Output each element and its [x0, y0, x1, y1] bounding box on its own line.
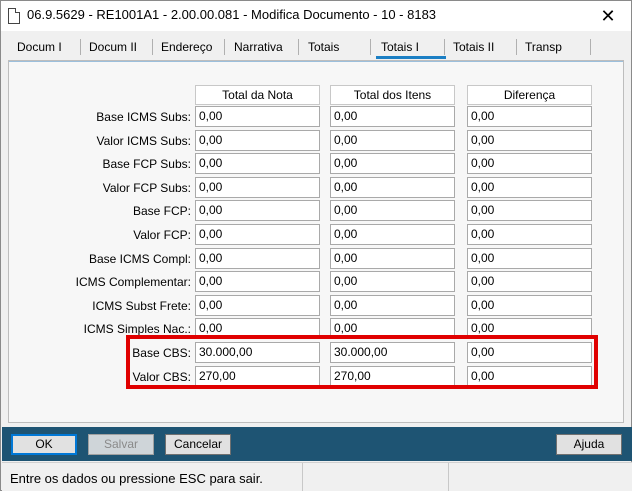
row-label: ICMS Simples Nac.:: [83, 322, 191, 336]
row-label: Base FCP Subs:: [102, 157, 192, 171]
column-header-total-nota: Total da Nota: [195, 85, 320, 105]
ajuda-button[interactable]: Ajuda: [556, 434, 622, 455]
cell-total-nota[interactable]: 0,00: [195, 177, 320, 198]
tab-separator: [444, 39, 445, 55]
cell-total-itens[interactable]: 0,00: [330, 224, 455, 245]
tab-separator: [152, 39, 153, 55]
dialog-window: 06.9.5629 - RE1001A1 - 2.00.00.081 - Mod…: [0, 0, 632, 491]
window-title: 06.9.5629 - RE1001A1 - 2.00.00.081 - Mod…: [27, 7, 437, 22]
cell-diferenca[interactable]: 0,00: [467, 106, 592, 127]
close-icon[interactable]: ✕: [585, 1, 631, 31]
tab-totais[interactable]: Totais: [308, 40, 339, 56]
cell-total-nota[interactable]: 0,00: [195, 248, 320, 269]
active-tab-indicator: [376, 56, 446, 59]
row-label: Valor FCP Subs:: [102, 181, 191, 195]
tab-separator: [370, 39, 371, 55]
tab-separator: [590, 39, 591, 55]
title-bar: 06.9.5629 - RE1001A1 - 2.00.00.081 - Mod…: [1, 1, 631, 31]
panel-top-border: [9, 61, 623, 62]
cell-total-nota[interactable]: 0,00: [195, 271, 320, 292]
cell-total-nota[interactable]: 0,00: [195, 153, 320, 174]
status-separator: [302, 463, 303, 491]
tab-separator: [80, 39, 81, 55]
cell-total-itens[interactable]: 0,00: [330, 106, 455, 127]
cancelar-button[interactable]: Cancelar: [165, 434, 231, 455]
tab-separator: [298, 39, 299, 55]
tab-totais-i[interactable]: Totais I: [381, 40, 419, 56]
tab-transp[interactable]: Transp: [525, 40, 562, 56]
cell-total-itens[interactable]: 0,00: [330, 271, 455, 292]
tab-bar: Docum I Docum II Endereço Narrativa Tota…: [8, 32, 624, 60]
row-label: Valor FCP:: [133, 228, 191, 242]
cell-total-itens[interactable]: 0,00: [330, 248, 455, 269]
tab-separator: [516, 39, 517, 55]
cell-total-nota[interactable]: 0,00: [195, 224, 320, 245]
cell-total-nota[interactable]: 0,00: [195, 130, 320, 151]
cell-total-itens[interactable]: 0,00: [330, 295, 455, 316]
cell-total-itens[interactable]: 0,00: [330, 177, 455, 198]
status-separator: [448, 463, 449, 491]
status-bar: Entre os dados ou pressione ESC para sai…: [2, 462, 632, 491]
cell-diferenca[interactable]: 0,00: [467, 271, 592, 292]
column-header-diferenca: Diferença: [467, 85, 592, 105]
cell-diferenca[interactable]: 0,00: [467, 153, 592, 174]
cell-total-nota[interactable]: 0,00: [195, 200, 320, 221]
cell-total-nota[interactable]: 0,00: [195, 295, 320, 316]
salvar-button[interactable]: Salvar: [88, 434, 154, 455]
cell-total-itens[interactable]: 0,00: [330, 200, 455, 221]
button-bar: OK Salvar Cancelar Ajuda: [2, 427, 632, 461]
row-label: ICMS Subst Frete:: [92, 299, 191, 313]
highlight-box: [126, 335, 598, 389]
cell-total-itens[interactable]: 0,00: [330, 153, 455, 174]
document-icon: [8, 8, 20, 24]
cell-diferenca[interactable]: 0,00: [467, 200, 592, 221]
row-label: Base ICMS Compl:: [88, 252, 191, 266]
cell-diferenca[interactable]: 0,00: [467, 130, 592, 151]
cell-total-nota[interactable]: 0,00: [195, 106, 320, 127]
tab-docum-i[interactable]: Docum I: [17, 40, 62, 56]
cell-diferenca[interactable]: 0,00: [467, 295, 592, 316]
row-label: Base ICMS Subs:: [96, 110, 191, 124]
tab-totais-ii[interactable]: Totais II: [453, 40, 494, 56]
cell-total-itens[interactable]: 0,00: [330, 130, 455, 151]
cell-diferenca[interactable]: 0,00: [467, 177, 592, 198]
tab-endereco[interactable]: Endereço: [161, 40, 212, 56]
row-label: Base FCP:: [132, 204, 191, 218]
row-label: ICMS Complementar:: [75, 275, 191, 289]
column-header-total-itens: Total dos Itens: [330, 85, 455, 105]
cell-diferenca[interactable]: 0,00: [467, 248, 592, 269]
cell-diferenca[interactable]: 0,00: [467, 224, 592, 245]
tab-docum-ii[interactable]: Docum II: [89, 40, 137, 56]
tab-narrativa[interactable]: Narrativa: [234, 40, 283, 56]
status-message: Entre os dados ou pressione ESC para sai…: [10, 471, 263, 486]
tab-separator: [224, 39, 225, 55]
ok-button[interactable]: OK: [11, 434, 77, 455]
row-label: Valor ICMS Subs:: [96, 134, 191, 148]
